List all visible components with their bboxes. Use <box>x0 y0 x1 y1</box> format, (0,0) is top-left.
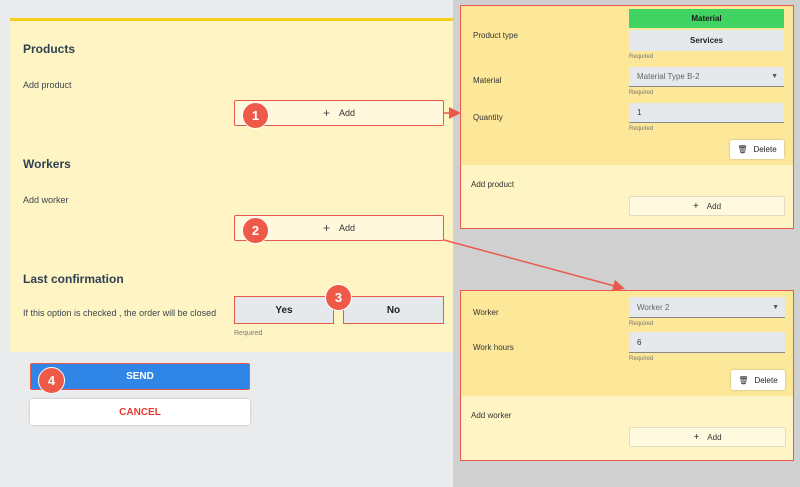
connector-arrows <box>443 107 625 292</box>
arrow-to-worker-panel <box>443 239 625 292</box>
step-badge-2: 2 <box>242 217 269 244</box>
step-badge-4: 4 <box>38 367 65 394</box>
step-badge-3: 3 <box>325 284 352 311</box>
step-badge-1: 1 <box>242 102 269 129</box>
